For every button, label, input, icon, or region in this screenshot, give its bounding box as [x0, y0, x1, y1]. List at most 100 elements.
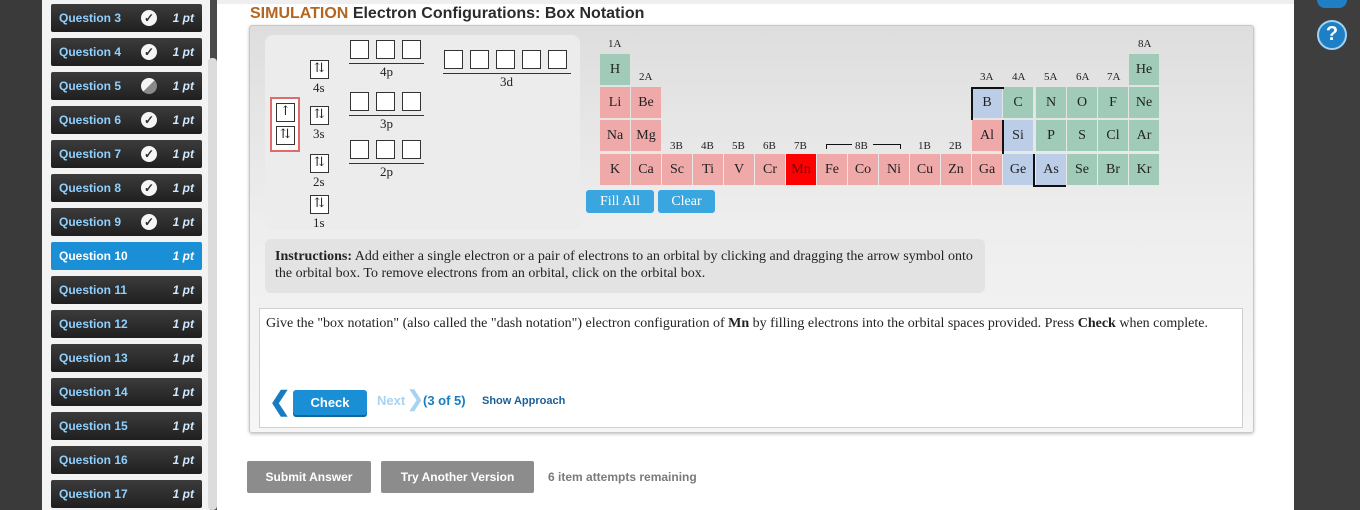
- sidebar-item-question[interactable]: Question 9 ✓ 1 pt: [51, 208, 202, 236]
- check-circle-icon: ✓: [141, 214, 157, 230]
- element-cell-as[interactable]: As: [1036, 154, 1066, 185]
- question-text-part: when complete.: [1115, 316, 1208, 331]
- element-cell-b[interactable]: B: [972, 87, 1002, 118]
- orbital-box-2p[interactable]: [402, 140, 421, 159]
- orbital-box-3d[interactable]: [496, 50, 515, 69]
- element-cell-br[interactable]: Br: [1098, 154, 1128, 185]
- element-cell-o[interactable]: O: [1067, 87, 1097, 118]
- back-chevron-icon[interactable]: ❮: [269, 386, 291, 417]
- element-cell-f[interactable]: F: [1098, 87, 1128, 118]
- sidebar-item-question[interactable]: Question 12 1 pt: [51, 310, 202, 338]
- step-counter: (3 of 5): [423, 393, 466, 408]
- sidebar-item-question[interactable]: Question 4 ✓ 1 pt: [51, 38, 202, 66]
- element-cell-zn[interactable]: Zn: [941, 154, 971, 185]
- sidebar-item-question[interactable]: Question 14 1 pt: [51, 378, 202, 406]
- instructions-heading: Instructions:: [275, 249, 353, 264]
- left-window-edge: [0, 0, 42, 510]
- element-cell-ca[interactable]: Ca: [631, 154, 661, 185]
- element-cell-k[interactable]: K: [600, 154, 630, 185]
- sidebar-item-question[interactable]: Question 15 1 pt: [51, 412, 202, 440]
- sidebar-item-question[interactable]: Question 7 ✓ 1 pt: [51, 140, 202, 168]
- sidebar-item-question[interactable]: Question 16 1 pt: [51, 446, 202, 474]
- group-label: 8A: [1138, 38, 1152, 50]
- element-cell-be[interactable]: Be: [631, 87, 661, 118]
- element-cell-mg[interactable]: Mg: [631, 120, 661, 151]
- help-top-tab[interactable]: [1317, 0, 1347, 8]
- sidebar-item-question[interactable]: Question 3 ✓ 1 pt: [51, 4, 202, 32]
- element-cell-si[interactable]: Si: [1003, 120, 1033, 151]
- try-another-version-button[interactable]: Try Another Version: [381, 461, 534, 493]
- element-cell-kr[interactable]: Kr: [1129, 154, 1159, 185]
- check-circle-icon: ✓: [141, 10, 157, 26]
- orbital-box-3s[interactable]: ⇅: [310, 106, 329, 125]
- element-cell-ga[interactable]: Ga: [972, 154, 1002, 185]
- orbital-box-4p[interactable]: [376, 40, 395, 59]
- orbital-box-3p[interactable]: [350, 92, 369, 111]
- element-cell-c[interactable]: C: [1003, 87, 1033, 118]
- orbital-label-4p: 4p: [380, 64, 393, 79]
- sidebar-item-question[interactable]: Question 8 ✓ 1 pt: [51, 174, 202, 202]
- single-electron-arrow[interactable]: ↑: [276, 103, 295, 122]
- orbital-box-2s[interactable]: ⇅: [310, 154, 329, 173]
- element-cell-h[interactable]: H: [600, 54, 630, 85]
- sidebar-item-question[interactable]: Question 6 ✓ 1 pt: [51, 106, 202, 134]
- element-cell-se[interactable]: Se: [1067, 154, 1097, 185]
- sidebar-scrollbar[interactable]: [208, 58, 217, 510]
- question-check-word: Check: [1077, 316, 1116, 331]
- question-text-part: by filling electrons into the orbital sp…: [749, 316, 1078, 331]
- sidebar-item-label: Question 4: [59, 45, 122, 59]
- show-approach-link[interactable]: Show Approach: [482, 395, 565, 407]
- sidebar-item-question[interactable]: Question 17 1 pt: [51, 480, 202, 508]
- element-cell-he[interactable]: He: [1129, 54, 1159, 85]
- orbital-box-2p[interactable]: [350, 140, 369, 159]
- check-button[interactable]: Check: [293, 390, 367, 415]
- element-cell-ni[interactable]: Ni: [879, 154, 909, 185]
- element-cell-p[interactable]: P: [1036, 120, 1066, 151]
- sidebar-item-label: Question 10: [59, 249, 128, 263]
- metalloid-stair-line: [1033, 185, 1066, 187]
- element-cell-v[interactable]: V: [724, 154, 754, 185]
- orbital-box-3d[interactable]: [548, 50, 567, 69]
- element-cell-n[interactable]: N: [1036, 87, 1066, 118]
- orbital-box-2p[interactable]: [376, 140, 395, 159]
- next-chevron-icon[interactable]: ❯: [406, 386, 424, 412]
- orbital-box-3d[interactable]: [470, 50, 489, 69]
- orbital-box-4p[interactable]: [402, 40, 421, 59]
- sidebar-item-label: Question 9: [59, 215, 122, 229]
- orbital-box-4p[interactable]: [350, 40, 369, 59]
- sidebar-item-question[interactable]: Question 10 1 pt: [51, 242, 202, 270]
- sidebar-item-points: 1 pt: [172, 419, 194, 433]
- orbital-box-4s[interactable]: ⇅: [310, 60, 329, 79]
- element-cell-na[interactable]: Na: [600, 120, 630, 151]
- submit-answer-button[interactable]: Submit Answer: [247, 461, 371, 493]
- next-button[interactable]: Next: [377, 393, 405, 408]
- element-cell-co[interactable]: Co: [848, 154, 878, 185]
- element-cell-cu[interactable]: Cu: [910, 154, 940, 185]
- orbital-label-3d: 3d: [500, 74, 513, 89]
- sidebar-item-question[interactable]: Question 5 1 pt: [51, 72, 202, 100]
- element-cell-sc[interactable]: Sc: [662, 154, 692, 185]
- element-cell-al[interactable]: Al: [972, 120, 1002, 151]
- element-cell-cr[interactable]: Cr: [755, 154, 785, 185]
- orbital-box-3d[interactable]: [444, 50, 463, 69]
- fill-all-button[interactable]: Fill All: [586, 190, 654, 213]
- electron-pair-arrow[interactable]: ⇅: [276, 126, 295, 145]
- element-cell-mn[interactable]: Mn: [786, 154, 816, 185]
- element-cell-ar[interactable]: Ar: [1129, 120, 1159, 151]
- element-cell-ti[interactable]: Ti: [693, 154, 723, 185]
- element-cell-ne[interactable]: Ne: [1129, 87, 1159, 118]
- sidebar-item-question[interactable]: Question 13 1 pt: [51, 344, 202, 372]
- element-cell-li[interactable]: Li: [600, 87, 630, 118]
- element-cell-ge[interactable]: Ge: [1003, 154, 1033, 185]
- orbital-box-3p[interactable]: [402, 92, 421, 111]
- element-cell-cl[interactable]: Cl: [1098, 120, 1128, 151]
- element-cell-fe[interactable]: Fe: [817, 154, 847, 185]
- orbital-box-3d[interactable]: [522, 50, 541, 69]
- orbital-box-1s[interactable]: ⇅: [310, 195, 329, 214]
- sidebar-item-question[interactable]: Question 11 1 pt: [51, 276, 202, 304]
- help-icon[interactable]: ?: [1317, 20, 1347, 50]
- orbital-box-3p[interactable]: [376, 92, 395, 111]
- sidebar-item-points: 1 pt: [172, 45, 194, 59]
- clear-button[interactable]: Clear: [658, 190, 715, 213]
- element-cell-s[interactable]: S: [1067, 120, 1097, 151]
